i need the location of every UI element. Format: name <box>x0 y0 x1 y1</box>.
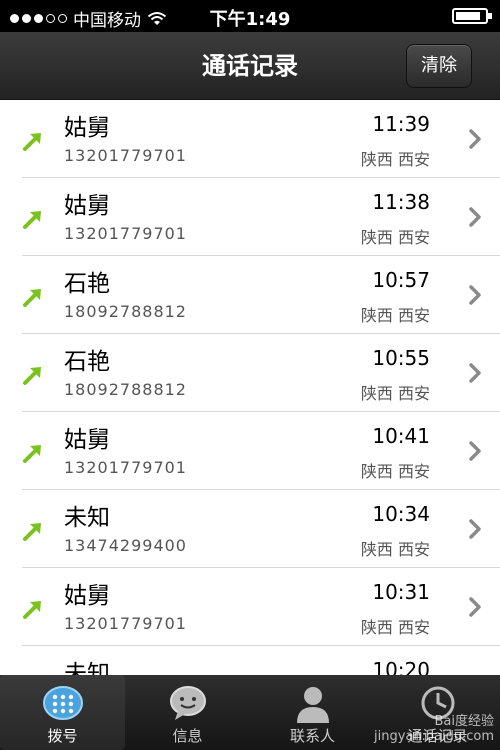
keypad-icon <box>42 686 83 720</box>
phone-number: 18092788812 <box>64 380 187 399</box>
call-time: 10:41 <box>372 424 430 448</box>
tab-label: 信息 <box>172 727 203 745</box>
chevron-right-icon[interactable] <box>468 440 482 462</box>
contact-name: 石艳 <box>64 349 110 375</box>
phone-number: 13201779701 <box>64 146 187 165</box>
call-log-row[interactable]: 石艳 18092788812 10:57 陕西 西安 <box>22 256 500 334</box>
watermark-line2: jingyan.baidu.com <box>374 728 494 744</box>
call-location: 陕西 西安 <box>360 618 430 637</box>
phone-number: 13201779701 <box>64 224 187 243</box>
phone-number: 13201779701 <box>64 614 187 633</box>
chevron-right-icon[interactable] <box>468 284 482 306</box>
watermark-line1: Bai度经验 <box>434 714 495 730</box>
chevron-right-icon[interactable] <box>468 362 482 384</box>
call-log-list: 姑舅 13201779701 11:39 陕西 西安 姑舅 1320177970… <box>0 100 500 675</box>
tab-dialpad[interactable]: 拨号 <box>0 675 125 750</box>
phone-number: 18092788812 <box>64 302 187 321</box>
call-log-row[interactable]: 姑舅 13201779701 11:38 陕西 西安 <box>22 178 500 256</box>
tab-label: 拨号 <box>47 727 78 745</box>
chevron-right-icon[interactable] <box>468 128 482 150</box>
status-time: 下午1:49 <box>209 9 291 30</box>
tab-messages[interactable]: 信息 <box>125 675 250 750</box>
outgoing-call-icon <box>23 445 41 463</box>
battery-icon <box>452 8 492 24</box>
outgoing-call-icon <box>23 133 41 151</box>
call-time: 10:31 <box>372 580 430 604</box>
outgoing-call-icon <box>23 211 41 229</box>
outgoing-call-icon <box>23 523 41 541</box>
contact-name: 未知 <box>64 505 110 531</box>
watermark: Bai度经验 jingyan.baidu.com <box>374 715 494 744</box>
call-time: 10:20 <box>372 658 430 675</box>
call-time: 11:39 <box>372 112 430 136</box>
outgoing-call-icon <box>23 289 41 307</box>
contact-name: 姑舅 <box>64 115 110 141</box>
call-log-row[interactable]: 未知 13474299400 10:34 陕西 西安 <box>22 490 500 568</box>
call-time: 10:34 <box>372 502 430 526</box>
chevron-right-icon[interactable] <box>468 596 482 618</box>
call-log-row[interactable]: 姑舅 13201779701 11:39 陕西 西安 <box>22 100 500 178</box>
contact-name: 石艳 <box>64 271 110 297</box>
phone-number: 13201779701 <box>64 458 187 477</box>
contact-name: 未知 <box>64 661 110 675</box>
chevron-right-icon[interactable] <box>468 206 482 228</box>
contact-name: 姑舅 <box>64 193 110 219</box>
tab-contacts[interactable]: 联系人 <box>250 675 375 750</box>
call-location: 陕西 西安 <box>360 228 430 247</box>
outgoing-call-icon <box>23 601 41 619</box>
call-location: 陕西 西安 <box>360 150 430 169</box>
clear-button[interactable]: 清除 <box>406 44 472 88</box>
phone-number: 13474299400 <box>64 536 187 555</box>
call-location: 陕西 西安 <box>360 540 430 559</box>
outgoing-call-icon <box>23 367 41 385</box>
contact-name: 姑舅 <box>64 583 110 609</box>
tab-label: 联系人 <box>289 727 335 745</box>
chevron-right-icon[interactable] <box>468 518 482 540</box>
call-log-row[interactable]: 石艳 18092788812 10:55 陕西 西安 <box>22 334 500 412</box>
call-time: 10:55 <box>372 346 430 370</box>
call-log-row[interactable]: 未知 10:20 <box>22 646 500 675</box>
message-icon <box>169 686 206 720</box>
nav-bar: 通话记录 清除 <box>0 32 500 100</box>
call-location: 陕西 西安 <box>360 306 430 325</box>
call-time: 11:38 <box>372 190 430 214</box>
call-location: 陕西 西安 <box>360 462 430 481</box>
status-bar: 中国移动 下午1:49 <box>0 0 500 32</box>
contact-icon <box>296 687 329 723</box>
call-log-row[interactable]: 姑舅 13201779701 10:41 陕西 西安 <box>22 412 500 490</box>
call-log-row[interactable]: 姑舅 13201779701 10:31 陕西 西安 <box>22 568 500 646</box>
contact-name: 姑舅 <box>64 427 110 453</box>
call-time: 10:57 <box>372 268 430 292</box>
call-location: 陕西 西安 <box>360 384 430 403</box>
